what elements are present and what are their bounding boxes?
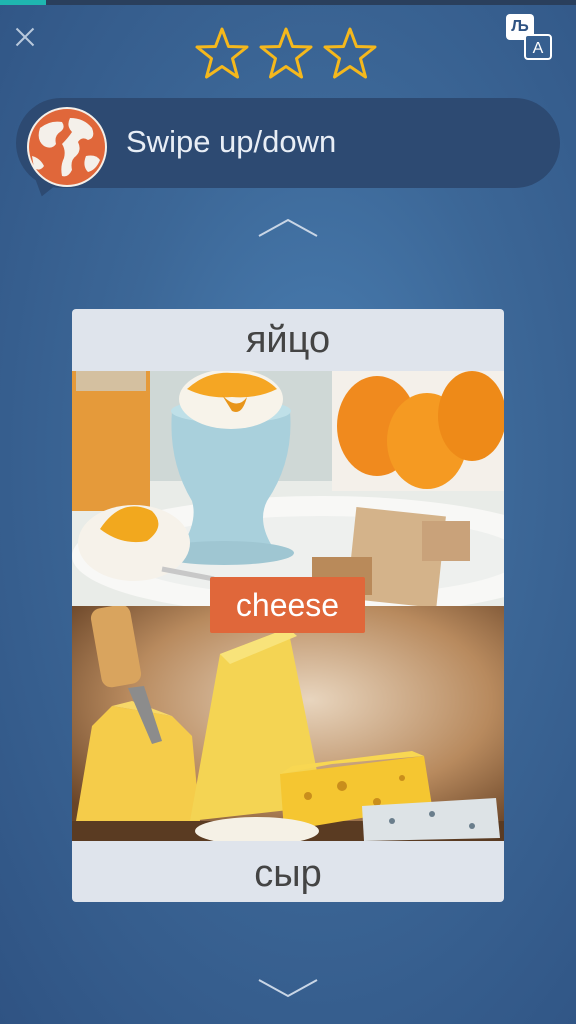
star-icon [323,27,377,79]
star-icon [259,27,313,79]
chevron-down-icon[interactable] [256,976,320,1000]
star-icon [195,27,249,79]
progress-bar [0,0,576,5]
progress-fill [0,0,47,5]
chevron-up-icon[interactable] [256,216,320,240]
hint-text: Swipe up/down [126,124,337,159]
top-word: яйцо [245,319,331,361]
flashcard[interactable]: яйцо cheese сыр [72,309,504,902]
answer-label: cheese [210,577,365,633]
star-rating [194,26,384,82]
close-icon[interactable] [12,24,38,50]
egg-photo [72,371,504,606]
bottom-word: сыр [254,853,322,895]
translate-icon[interactable]: Љ A [506,14,554,62]
cheese-photo [72,606,504,841]
translate-target-glyph: A [524,34,552,60]
globe-icon [27,107,107,187]
